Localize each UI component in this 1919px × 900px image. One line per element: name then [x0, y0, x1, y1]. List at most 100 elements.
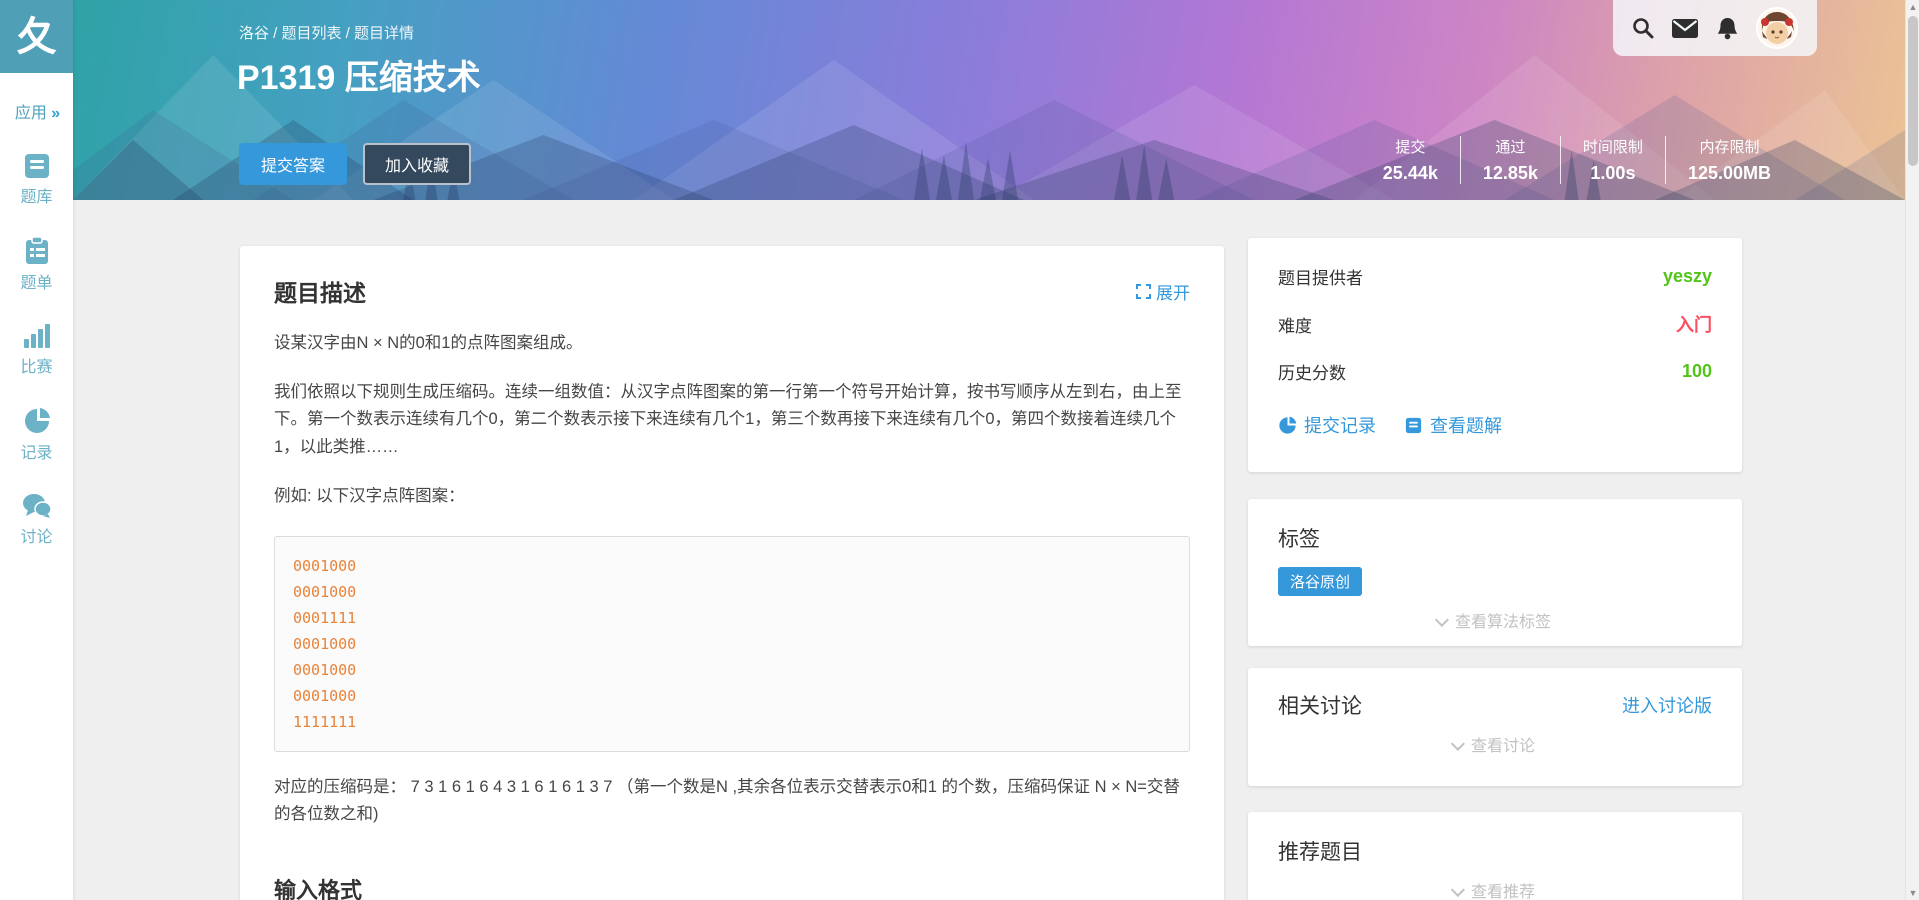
stat-label: 时间限制: [1583, 136, 1643, 157]
search-icon[interactable]: [1632, 17, 1654, 39]
bell-icon[interactable]: [1717, 17, 1738, 40]
code-line: 0001000: [293, 631, 1171, 657]
code-line: 1111111: [293, 709, 1171, 735]
show-recommendations-link[interactable]: 查看推荐: [1278, 878, 1712, 900]
page-title: P1319 压缩技术: [237, 50, 481, 99]
problem-stats: 提交 25.44k 通过 12.85k 时间限制 1.00s 内存限制 125.…: [1361, 136, 1793, 184]
chevron-down-icon: [1451, 737, 1465, 751]
problem-info-card: 题目提供者 yeszy 难度 入门 历史分数 100 提交记录: [1248, 238, 1742, 472]
show-discussions-link[interactable]: 查看讨论: [1278, 732, 1712, 756]
problem-description-card: 题目描述 展开 设某汉字由N × N的0和1的点阵图案组成。 我们依照以下规则生…: [240, 246, 1224, 900]
discussions-title: 相关讨论: [1278, 690, 1362, 720]
dot-matrix-code-block: 0001000 0001000 0001111 0001000 0001000 …: [274, 536, 1190, 752]
stat-submissions: 提交 25.44k: [1361, 136, 1460, 184]
sidebar-apps-toggle[interactable]: 应用 »: [0, 99, 73, 123]
submit-answer-button[interactable]: 提交答案: [239, 143, 347, 185]
info-row-history-score: 历史分数 100: [1278, 359, 1712, 384]
info-label: 题目提供者: [1278, 264, 1363, 289]
link-label: 提交记录: [1304, 412, 1376, 438]
book-icon: [22, 153, 52, 179]
scroll-up-arrow-icon[interactable]: ▲: [1906, 0, 1919, 14]
problem-paragraph: 我们依照以下规则生成压缩码。连续一组数值：从汉字点阵图案的第一行第一个符号开始计…: [274, 379, 1190, 461]
stat-label: 内存限制: [1688, 136, 1771, 157]
stat-label: 通过: [1483, 136, 1538, 157]
apps-label: 应用: [15, 105, 47, 122]
problem-paragraph: 例如: 以下汉字点阵图案：: [274, 483, 1190, 510]
sidebar-item-contests[interactable]: 比赛: [0, 323, 73, 377]
show-algorithm-tags-link[interactable]: 查看算法标签: [1278, 608, 1712, 632]
vertical-scrollbar[interactable]: ▲ ▼: [1905, 0, 1919, 900]
header-banner: 洛谷 / 题目列表 / 题目详情 P1319 压缩技术 提交答案 加入收藏 提交…: [73, 0, 1905, 200]
enter-discussion-board-link[interactable]: 进入讨论版: [1622, 692, 1712, 718]
scrollbar-thumb[interactable]: [1908, 16, 1918, 166]
more-label: 查看推荐: [1471, 884, 1535, 900]
sidebar-item-label: 讨论: [0, 523, 73, 547]
stat-value: 12.85k: [1483, 163, 1538, 184]
luogu-problem-page: 夂 应用 » 题库 题单: [0, 0, 1919, 900]
chevron-down-icon: [1451, 883, 1465, 897]
sidebar-item-label: 记录: [0, 439, 73, 463]
more-label: 查看算法标签: [1455, 614, 1551, 631]
tags-title: 标签: [1278, 523, 1712, 553]
code-line: 0001000: [293, 553, 1171, 579]
left-sidebar: 夂 应用 » 题库 题单: [0, 0, 73, 900]
user-toolbar: [1613, 0, 1817, 56]
luogu-logo[interactable]: 夂: [0, 0, 73, 73]
submission-records-link[interactable]: 提交记录: [1278, 412, 1376, 438]
pie-chart-icon: [23, 407, 51, 435]
breadcrumb[interactable]: 洛谷 / 题目列表 / 题目详情: [239, 22, 414, 43]
expand-label: 展开: [1156, 279, 1190, 304]
user-avatar[interactable]: [1756, 7, 1798, 49]
stat-accepted: 通过 12.85k: [1460, 136, 1560, 184]
content-area: 题目描述 展开 设某汉字由N × N的0和1的点阵图案组成。 我们依照以下规则生…: [73, 200, 1905, 900]
section-title-description: 题目描述: [274, 274, 366, 308]
problem-paragraph: 设某汉字由N × N的0和1的点阵图案组成。: [274, 330, 1190, 357]
chevron-down-icon: [1435, 613, 1449, 627]
double-chevron-right-icon: »: [51, 105, 58, 122]
more-label: 查看讨论: [1471, 738, 1535, 755]
code-line: 0001000: [293, 579, 1171, 605]
recommended-problems-card: 推荐题目 查看推荐: [1248, 812, 1742, 900]
difficulty-value: 入门: [1676, 311, 1712, 337]
add-favorite-button[interactable]: 加入收藏: [363, 143, 471, 185]
stat-time-limit: 时间限制 1.00s: [1560, 136, 1665, 184]
related-discussions-card: 相关讨论 进入讨论版 查看讨论: [1248, 668, 1742, 786]
info-row-provider: 题目提供者 yeszy: [1278, 264, 1712, 289]
code-line: 0001111: [293, 605, 1171, 631]
info-label: 难度: [1278, 312, 1312, 337]
expand-icon: [1136, 284, 1151, 299]
sidebar-item-label: 题单: [0, 269, 73, 293]
sidebar-item-discuss[interactable]: 讨论: [0, 493, 73, 547]
section-title-input-format: 输入格式: [274, 873, 1190, 900]
tags-card: 标签 洛谷原创 查看算法标签: [1248, 499, 1742, 646]
info-row-difficulty: 难度 入门: [1278, 311, 1712, 337]
info-label: 历史分数: [1278, 359, 1346, 384]
code-line: 0001000: [293, 683, 1171, 709]
mail-icon[interactable]: [1672, 19, 1698, 38]
bar-chart-icon: [23, 323, 51, 349]
sidebar-item-problems[interactable]: 题库: [0, 153, 73, 207]
history-score-value: 100: [1682, 361, 1712, 382]
link-label: 查看题解: [1430, 412, 1502, 438]
luogu-logo-icon: 夂: [17, 17, 57, 57]
sidebar-item-problem-lists[interactable]: 题单: [0, 237, 73, 293]
code-line: 0001000: [293, 657, 1171, 683]
chat-icon: [22, 493, 52, 519]
sidebar-item-label: 题库: [0, 183, 73, 207]
sidebar-item-records[interactable]: 记录: [0, 407, 73, 463]
recommend-title: 推荐题目: [1278, 836, 1712, 866]
stat-value: 1.00s: [1583, 163, 1643, 184]
provider-value[interactable]: yeszy: [1663, 266, 1712, 287]
book-icon: [1404, 417, 1423, 434]
sidebar-item-label: 比赛: [0, 353, 73, 377]
clipboard-icon: [24, 237, 50, 265]
tag-luogu-original[interactable]: 洛谷原创: [1278, 567, 1362, 596]
stat-value: 25.44k: [1383, 163, 1438, 184]
stat-memory-limit: 内存限制 125.00MB: [1665, 136, 1793, 184]
view-solutions-link[interactable]: 查看题解: [1404, 412, 1502, 438]
expand-link[interactable]: 展开: [1136, 279, 1190, 304]
pie-chart-icon: [1278, 416, 1297, 435]
compress-code-paragraph: 对应的压缩码是： 7 3 1 6 1 6 4 3 1 6 1 6 1 3 7 （…: [274, 774, 1190, 828]
action-buttons: 提交答案 加入收藏: [239, 143, 471, 185]
scroll-down-arrow-icon[interactable]: ▼: [1906, 886, 1919, 900]
